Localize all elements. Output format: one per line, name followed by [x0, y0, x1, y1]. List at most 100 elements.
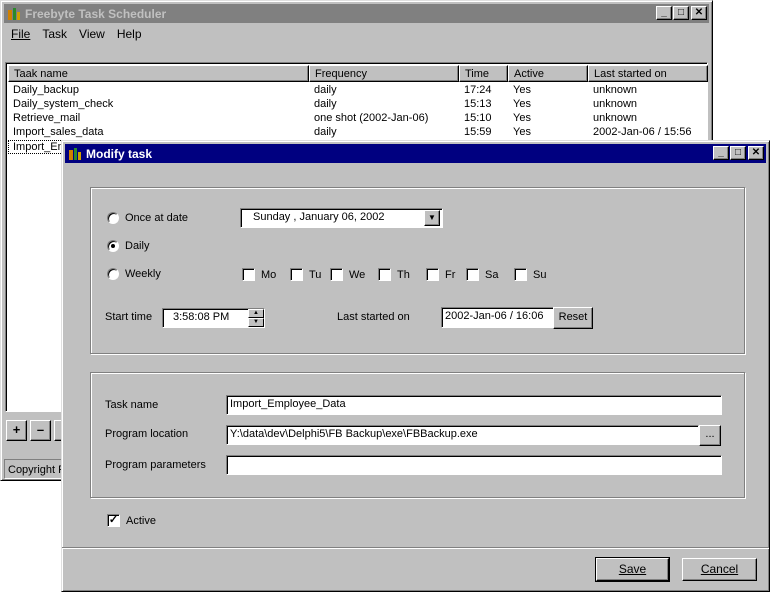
day-label: Th — [397, 268, 410, 281]
close-icon[interactable]: ✕ — [748, 146, 764, 160]
cell-active: Yes — [513, 112, 531, 124]
browse-button[interactable]: ... — [699, 425, 721, 446]
close-icon[interactable]: ✕ — [691, 6, 707, 20]
checkbox-box — [330, 268, 343, 281]
day-tu-checkbox[interactable]: Tu — [290, 268, 321, 281]
divider — [62, 547, 769, 549]
main-window-title: Freebyte Task Scheduler — [25, 6, 167, 21]
menu-bar: File Task View Help — [5, 25, 148, 43]
daily-label: Daily — [125, 240, 150, 252]
menu-file[interactable]: File — [5, 25, 36, 43]
weekly-radio[interactable]: Weekly — [107, 268, 161, 280]
program-parameters-label: Program parameters — [105, 459, 206, 471]
once-at-date-label: Once at date — [125, 212, 188, 224]
spin-up-icon[interactable]: ▲ — [248, 309, 264, 318]
cell-frequency: daily — [314, 98, 337, 110]
menu-view[interactable]: View — [73, 25, 111, 43]
table-row[interactable]: Import_sales_data daily 15:59 Yes 2002-J… — [8, 126, 708, 140]
dialog-title: Modify task — [86, 146, 153, 161]
cell-frequency: daily — [314, 126, 337, 138]
time-spinner[interactable]: ▲ ▼ — [248, 309, 264, 327]
cell-time: 15:10 — [464, 112, 492, 124]
day-label: Fr — [445, 268, 456, 281]
active-label: Active — [126, 514, 156, 527]
last-started-field: 2002-Jan-06 / 16:06 — [441, 307, 555, 328]
radio-circle — [107, 212, 119, 224]
task-name-label: Task name — [105, 399, 159, 411]
day-label: Su — [533, 268, 547, 281]
program-location-label: Program location — [105, 428, 189, 440]
task-name-input[interactable]: Import_Employee_Data — [226, 395, 722, 415]
radio-circle-selected — [107, 240, 119, 252]
cell-active: Yes — [513, 98, 531, 110]
column-time[interactable]: Time — [459, 65, 508, 82]
table-row[interactable]: Daily_system_check daily 15:13 Yes unkno… — [8, 98, 708, 112]
scheduler-app-icon — [68, 147, 82, 161]
maximize-icon[interactable]: □ — [730, 146, 746, 160]
cell-task-name: Retrieve_mail — [13, 112, 81, 124]
remove-task-button[interactable]: – — [30, 420, 51, 441]
cell-time: 17:24 — [464, 84, 492, 96]
checkbox-box — [514, 268, 527, 281]
last-started-label: Last started on — [337, 311, 410, 323]
cell-active: Yes — [513, 126, 531, 138]
checkbox-box — [242, 268, 255, 281]
chevron-down-icon[interactable]: ▼ — [424, 210, 440, 226]
cell-time: 15:59 — [464, 126, 492, 138]
checkbox-box — [378, 268, 391, 281]
modify-task-dialog: Modify task _ □ ✕ Once at date Sunday , … — [61, 140, 770, 592]
scheduler-app-icon — [7, 7, 21, 21]
column-active[interactable]: Active — [508, 65, 588, 82]
minimize-icon[interactable]: _ — [656, 6, 672, 20]
cell-task-name: Daily_system_check — [13, 98, 114, 110]
date-picker[interactable]: Sunday , January 06, 2002 — [240, 208, 443, 228]
menu-task[interactable]: Task — [36, 25, 73, 43]
checkmark-icon: ✓ — [107, 514, 120, 527]
day-we-checkbox[interactable]: We — [330, 268, 365, 281]
cell-task-name: Import_sales_data — [13, 126, 104, 138]
weekly-label: Weekly — [125, 268, 161, 280]
day-label: Mo — [261, 268, 277, 281]
cell-active: Yes — [513, 84, 531, 96]
day-su-checkbox[interactable]: Su — [514, 268, 546, 281]
save-button[interactable]: Save — [595, 557, 670, 582]
program-parameters-input[interactable] — [226, 455, 722, 475]
task-list-header: Taak name Frequency Time Active Last sta… — [8, 65, 708, 82]
checkbox-box — [426, 268, 439, 281]
reset-button[interactable]: Reset — [553, 307, 593, 329]
table-row[interactable]: Retrieve_mail one shot (2002-Jan-06) 15:… — [8, 112, 708, 126]
table-row[interactable]: Daily_backup daily 17:24 Yes unknown — [8, 84, 708, 98]
cell-last-started: 2002-Jan-06 / 15:56 — [593, 126, 692, 138]
maximize-icon[interactable]: □ — [673, 6, 689, 20]
radio-circle — [107, 268, 119, 280]
day-fr-checkbox[interactable]: Fr — [426, 268, 455, 281]
once-at-date-radio[interactable]: Once at date — [107, 212, 188, 224]
day-sa-checkbox[interactable]: Sa — [466, 268, 498, 281]
menu-help[interactable]: Help — [111, 25, 148, 43]
cell-last-started: unknown — [593, 84, 638, 96]
column-last-started[interactable]: Last started on — [588, 65, 708, 82]
checkbox-box — [466, 268, 479, 281]
start-time-label: Start time — [105, 311, 153, 323]
column-task-name[interactable]: Taak name — [8, 65, 309, 82]
column-frequency[interactable]: Frequency — [309, 65, 459, 82]
minimize-icon[interactable]: _ — [713, 146, 729, 160]
day-th-checkbox[interactable]: Th — [378, 268, 410, 281]
main-title-bar[interactable]: Freebyte Task Scheduler _ □ ✕ — [4, 4, 709, 23]
day-mo-checkbox[interactable]: Mo — [242, 268, 276, 281]
active-checkbox[interactable]: ✓ Active — [107, 514, 156, 527]
program-location-input[interactable]: Y:\data\dev\Delphi5\FB Backup\exe\FBBack… — [226, 425, 699, 445]
cell-frequency: one shot (2002-Jan-06) — [314, 112, 429, 124]
add-task-button[interactable]: + — [6, 420, 27, 441]
daily-radio[interactable]: Daily — [107, 240, 149, 252]
day-label: Sa — [485, 268, 499, 281]
cell-last-started: unknown — [593, 112, 638, 124]
cell-frequency: daily — [314, 84, 337, 96]
day-label: We — [349, 268, 366, 281]
cell-last-started: unknown — [593, 98, 638, 110]
cell-time: 15:13 — [464, 98, 492, 110]
day-label: Tu — [309, 268, 322, 281]
spin-down-icon[interactable]: ▼ — [248, 318, 264, 327]
dialog-title-bar[interactable]: Modify task _ □ ✕ — [65, 144, 766, 163]
cancel-button[interactable]: Cancel — [682, 558, 757, 581]
